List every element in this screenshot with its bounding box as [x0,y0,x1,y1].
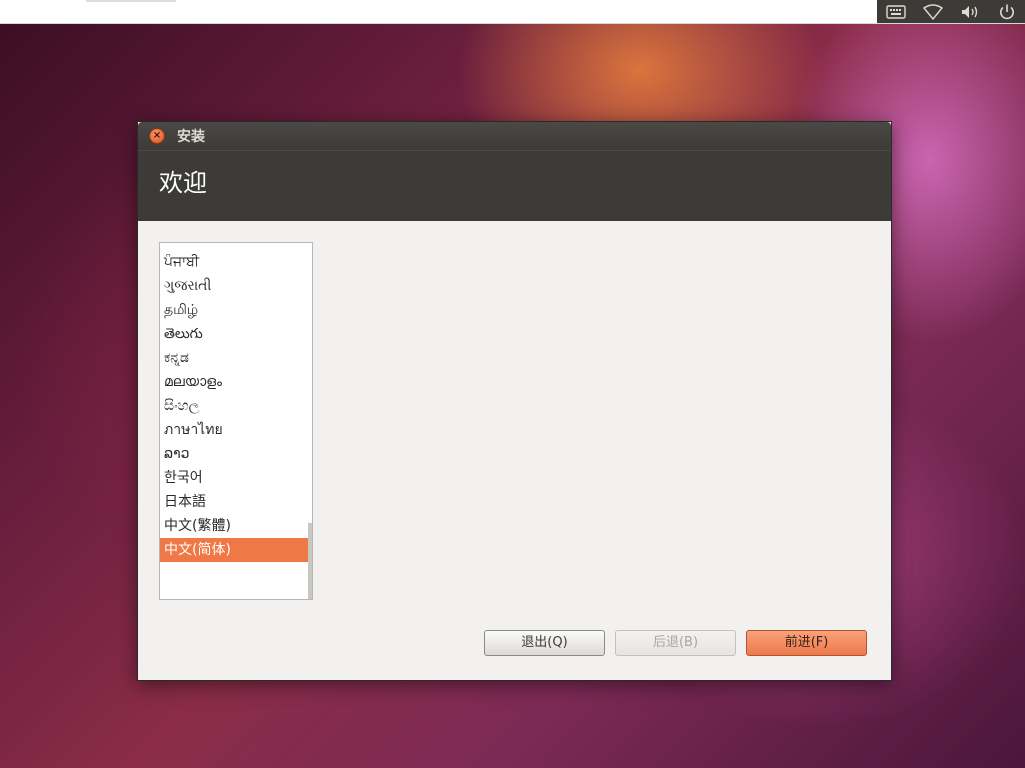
installer-window: × 安装 欢迎 ਪੰਜਾਬੀ ગુજરાતી தமிழ் తెలుగు ಕನ್ನ… [137,121,892,681]
forward-button[interactable]: 前进(F) [746,630,867,656]
keyboard-icon[interactable] [884,2,908,22]
language-item-chinese-simplified[interactable]: 中文(简体) [160,538,312,562]
language-item-chinese-traditional[interactable]: 中文(繁體) [160,514,312,538]
language-item-kannada[interactable]: ಕನ್ನಡ [160,346,312,370]
page-title: 欢迎 [159,169,207,197]
language-list[interactable]: ਪੰਜਾਬੀ ગુજરાતી தமிழ் తెలుగు ಕನ್ನಡ മലയാളം… [159,242,313,600]
scrollbar-thumb[interactable] [308,523,312,599]
close-icon: × [152,130,162,141]
language-item-gujarati[interactable]: ગુજરાતી [160,274,312,298]
panel-divider [86,0,176,2]
wifi-icon[interactable] [921,2,945,22]
back-button[interactable]: 后退(B) [615,630,736,656]
quit-button[interactable]: 退出(Q) [484,630,605,656]
list-scrollbar[interactable] [308,243,312,599]
list-top-spacer [160,243,312,250]
page-header: 欢迎 [138,150,891,221]
top-panel [0,0,1025,24]
language-item-sinhala[interactable]: සිංහල [160,394,312,418]
volume-icon[interactable] [958,2,982,22]
language-item-lao[interactable]: ລາວ [160,442,312,466]
titlebar: × 安装 [138,122,891,150]
window-title: 安装 [177,129,205,145]
language-item-thai[interactable]: ภาษาไทย [160,418,312,442]
language-item-telugu[interactable]: తెలుగు [160,322,312,346]
close-button[interactable]: × [149,128,165,144]
language-item-korean[interactable]: 한국어 [160,466,312,490]
indicator-area [877,0,1025,23]
language-item-tamil[interactable]: தமிழ் [160,298,312,322]
language-item-punjabi[interactable]: ਪੰਜਾਬੀ [160,250,312,274]
language-item-japanese[interactable]: 日本語 [160,490,312,514]
language-item-malayalam[interactable]: മലയാളം [160,370,312,394]
power-icon[interactable] [995,2,1019,22]
